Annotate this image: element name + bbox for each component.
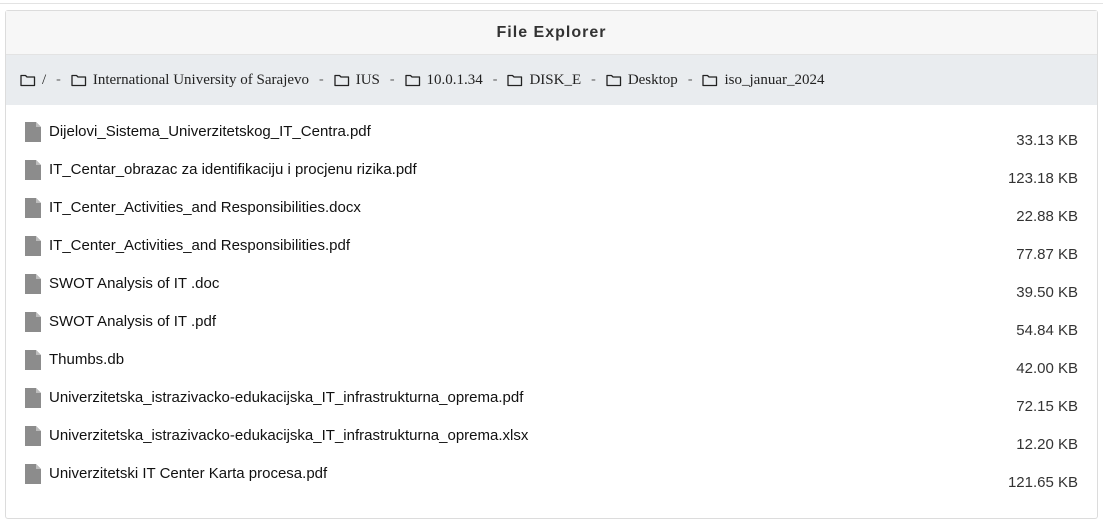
folder-outline-icon <box>702 73 724 87</box>
file-size: 12.20 KB <box>1016 436 1078 453</box>
breadcrumb-label: IUS <box>355 71 380 88</box>
file-row[interactable]: Dijelovi_Sistema_Univerzitetskog_IT_Cent… <box>6 118 1097 156</box>
breadcrumb-label: / <box>42 71 47 88</box>
file-row[interactable]: Univerzitetska_istrazivacko-edukacijska_… <box>6 422 1097 460</box>
breadcrumb-separator: - <box>389 72 395 87</box>
file-row[interactable]: IT_Centar_obrazac za identifikaciju i pr… <box>6 156 1097 194</box>
breadcrumb-label: International University of Sarajevo <box>92 71 310 88</box>
breadcrumb-item[interactable]: 10.0.1.34 <box>404 71 483 89</box>
folder-outline-icon <box>20 73 42 87</box>
file-row[interactable]: SWOT Analysis of IT .pdf 54.84 KB <box>6 308 1097 346</box>
file-name[interactable]: IT_Centar_obrazac za identifikaciju i pr… <box>49 161 417 178</box>
file-icon <box>25 464 41 484</box>
file-name[interactable]: SWOT Analysis of IT .pdf <box>49 313 216 330</box>
file-size: 72.15 KB <box>1016 398 1078 415</box>
breadcrumb-separator: - <box>591 72 596 87</box>
file-row[interactable]: SWOT Analysis of IT .doc 39.50 KB <box>6 270 1097 308</box>
file-size: 123.18 KB <box>1007 170 1078 187</box>
folder-outline-icon <box>71 73 93 87</box>
file-name[interactable]: Univerzitetska_istrazivacko-edukacijska_… <box>49 427 528 444</box>
file-name[interactable]: IT_Center_Activities_and Responsibilitie… <box>49 199 361 216</box>
file-icon <box>25 426 41 446</box>
breadcrumb-separator: - <box>687 72 693 87</box>
breadcrumb-item[interactable]: Desktop <box>606 72 678 89</box>
breadcrumb-separator: - <box>56 72 61 87</box>
top-divider <box>0 0 1103 4</box>
breadcrumb-separator: - <box>492 72 498 87</box>
breadcrumb-label: Desktop <box>627 71 678 88</box>
file-row[interactable]: Univerzitetska_istrazivacko-edukacijska_… <box>6 384 1097 422</box>
breadcrumb-separator: - <box>319 72 324 87</box>
file-icon <box>25 236 41 256</box>
breadcrumb-item[interactable]: iso_januar_2024 <box>702 72 824 89</box>
file-name[interactable]: SWOT Analysis of IT .doc <box>49 275 219 292</box>
file-size: 22.88 KB <box>1016 208 1078 225</box>
folder-outline-icon <box>507 73 529 87</box>
folder-outline-icon <box>404 73 427 87</box>
breadcrumb-label: iso_januar_2024 <box>724 71 825 88</box>
file-size: 39.50 KB <box>1016 284 1078 301</box>
file-list: Dijelovi_Sistema_Univerzitetskog_IT_Cent… <box>6 105 1097 498</box>
file-name[interactable]: Dijelovi_Sistema_Univerzitetskog_IT_Cent… <box>49 123 371 140</box>
file-row[interactable]: Thumbs.db 42.00 KB <box>6 346 1097 384</box>
file-icon <box>25 274 41 294</box>
file-icon <box>25 160 41 180</box>
file-name[interactable]: Univerzitetska_istrazivacko-edukacijska_… <box>49 389 523 406</box>
breadcrumb-item[interactable]: International University of Sarajevo <box>71 72 309 89</box>
file-name[interactable]: Univerzitetski IT Center Karta procesa.p… <box>49 465 327 482</box>
folder-outline-icon <box>606 73 628 87</box>
breadcrumb-item[interactable]: DISK_E <box>507 72 581 89</box>
file-size: 33.13 KB <box>1016 132 1078 149</box>
folder-outline-icon <box>334 73 356 87</box>
file-icon <box>25 198 41 218</box>
file-name[interactable]: IT_Center_Activities_and Responsibilitie… <box>49 237 350 254</box>
breadcrumb-label: DISK_E <box>529 71 582 88</box>
file-icon <box>25 122 41 142</box>
file-explorer-panel: File Explorer / - International University… <box>5 10 1098 519</box>
breadcrumb-item[interactable]: IUS <box>334 72 380 89</box>
file-size: 42.00 KB <box>1016 360 1078 377</box>
file-size: 54.84 KB <box>1016 322 1078 339</box>
file-icon <box>25 388 41 408</box>
breadcrumb-item[interactable]: / <box>20 72 46 89</box>
file-size: 121.65 KB <box>1007 474 1078 491</box>
file-icon <box>25 350 41 370</box>
panel-title: File Explorer <box>496 23 607 41</box>
file-row[interactable]: IT_Center_Activities_and Responsibilitie… <box>6 194 1097 232</box>
file-row[interactable]: IT_Center_Activities_and Responsibilitie… <box>6 232 1097 270</box>
file-name[interactable]: Thumbs.db <box>49 351 124 368</box>
breadcrumb: / - International University of Sarajevo - I… <box>6 55 1097 105</box>
file-row[interactable]: Univerzitetski IT Center Karta procesa.p… <box>6 460 1097 498</box>
breadcrumb-label: 10.0.1.34 <box>426 71 483 88</box>
panel-header: File Explorer <box>6 11 1097 55</box>
file-icon <box>25 312 41 332</box>
file-size: 77.87 KB <box>1016 246 1078 263</box>
